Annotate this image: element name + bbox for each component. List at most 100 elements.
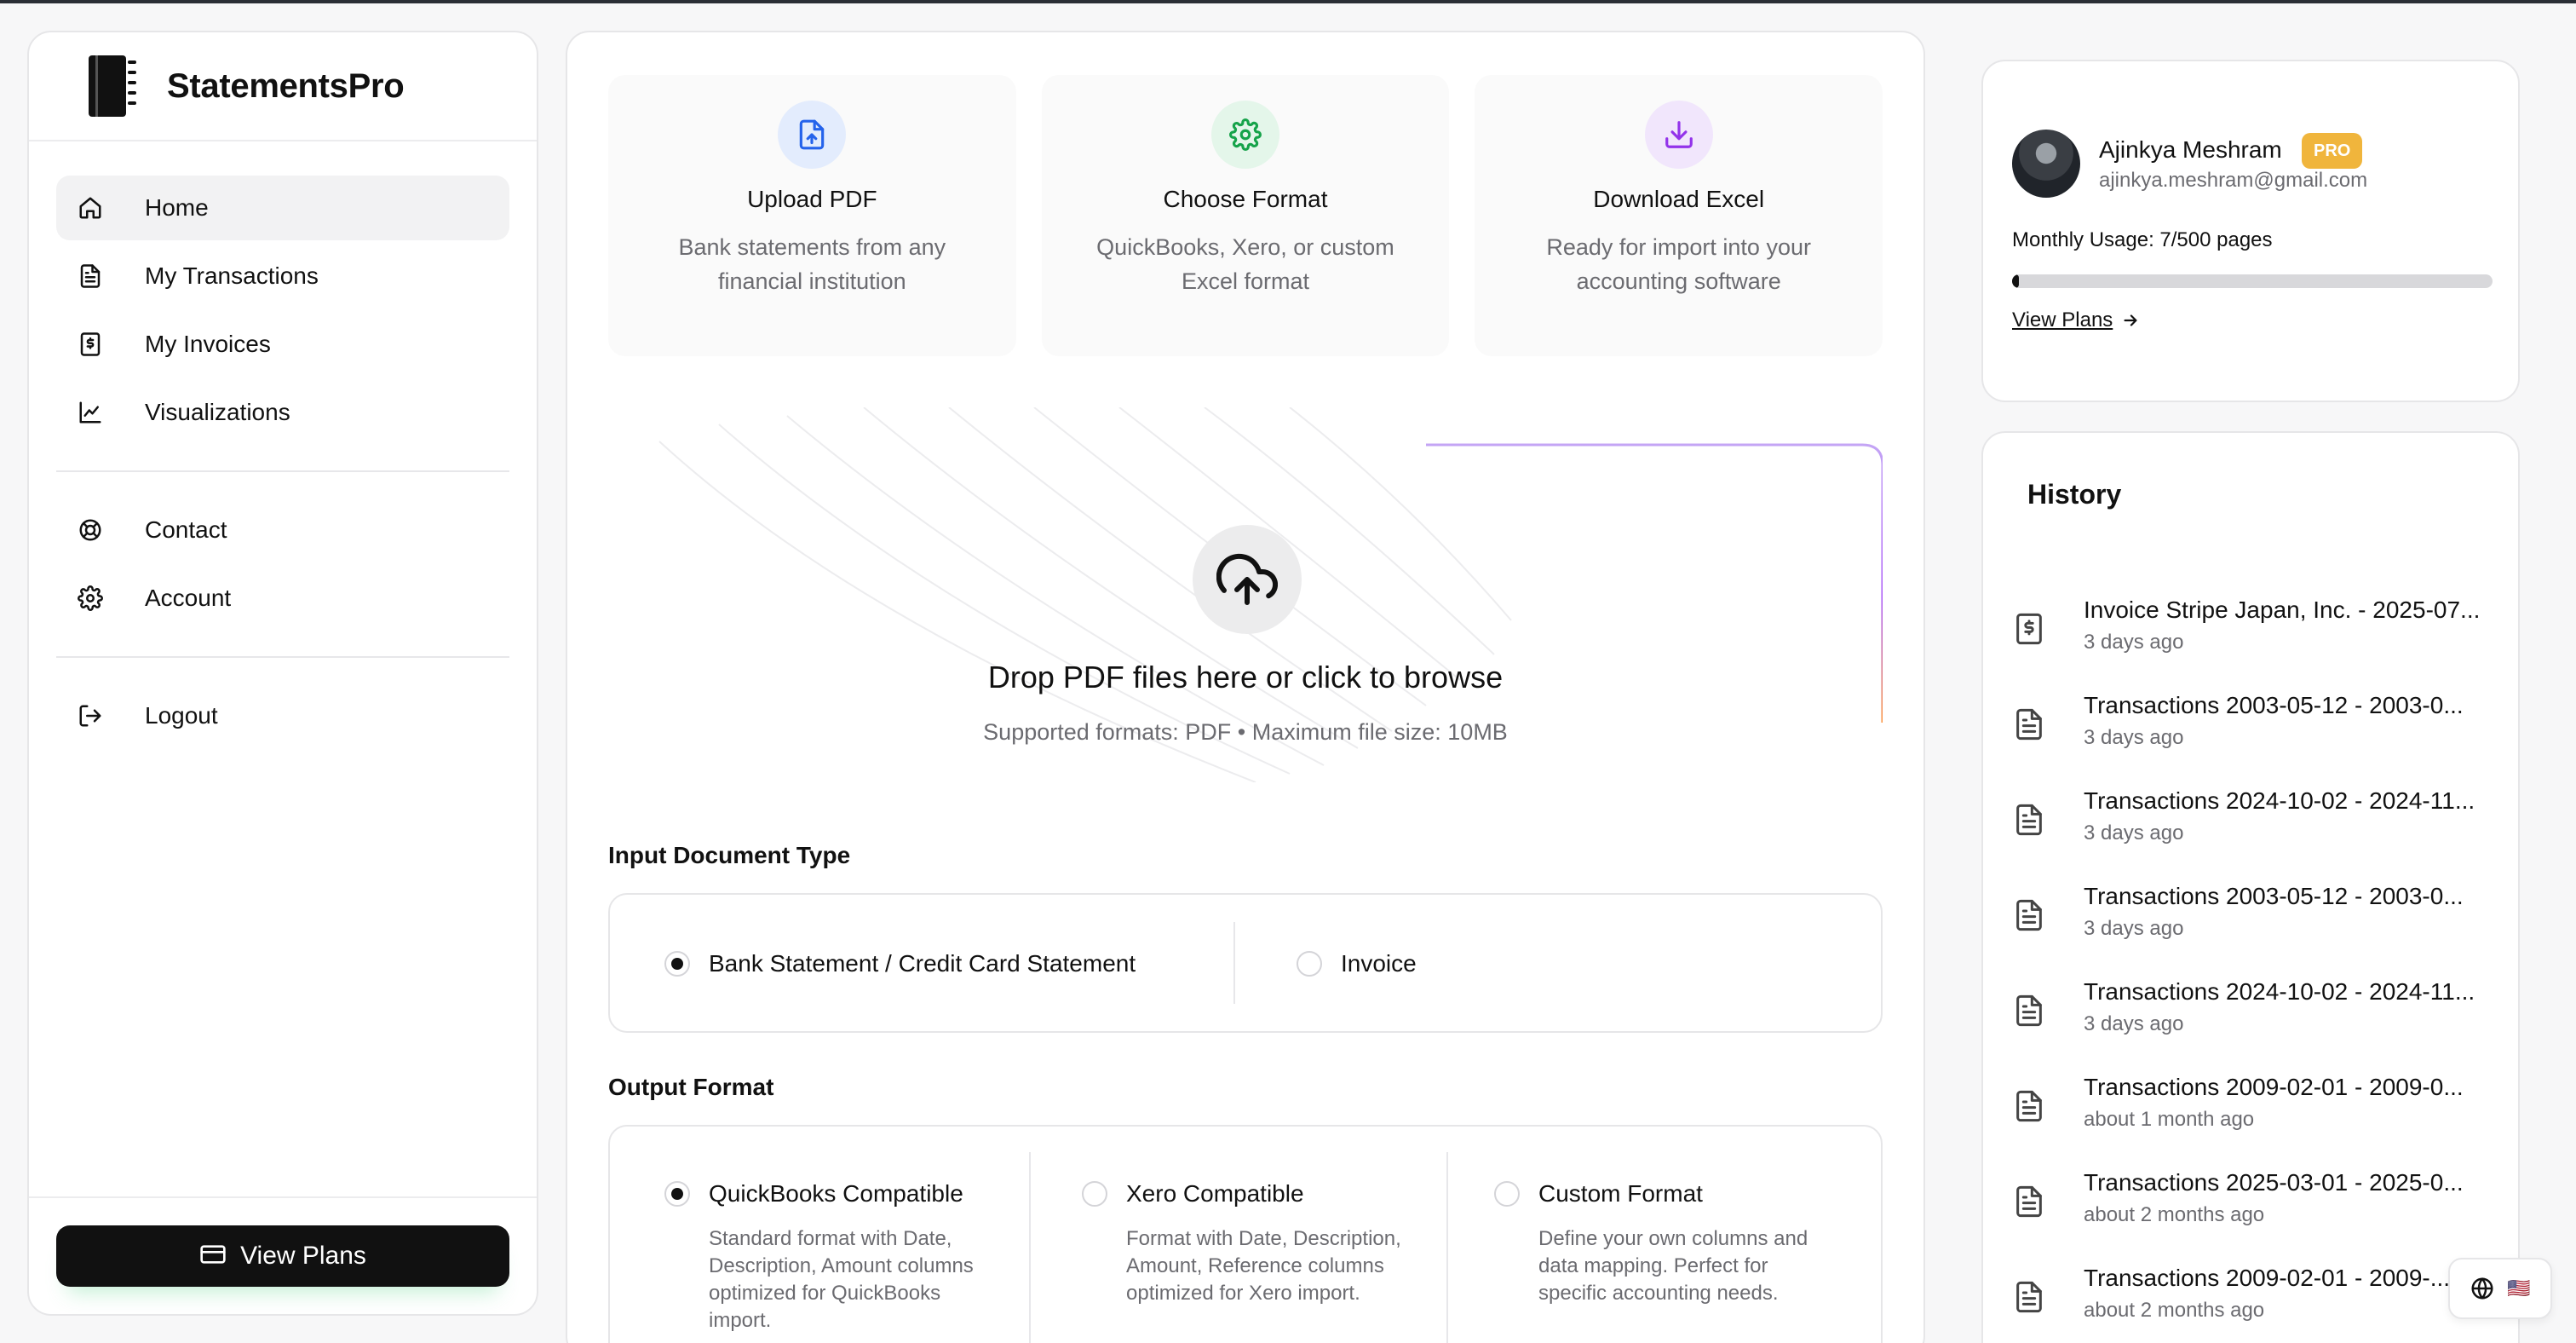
history-item-time: 3 days ago [2084, 917, 2184, 940]
history-item-time: 3 days ago [2084, 631, 2184, 654]
invoice-icon [75, 329, 106, 360]
radio-button[interactable] [1494, 1181, 1520, 1207]
file-text-icon [2012, 992, 2046, 1029]
input-type-label: Input Document Type [608, 842, 851, 868]
chart-icon [75, 397, 106, 428]
option-divider [1029, 1152, 1031, 1343]
file-text-icon [2012, 1087, 2046, 1125]
sidebar-item-visualizations[interactable]: Visualizations [56, 380, 509, 445]
option-label: Custom Format [1538, 1180, 1703, 1207]
history-item[interactable]: Transactions 2025-03-01 - 2025-0... about… [2012, 1169, 2506, 1254]
history-item-title: Transactions 2009-02-01 - 2009-... [2084, 1265, 2451, 1291]
step-description: Ready for import into your accounting so… [1546, 234, 1811, 294]
step-description: Bank statements from any financial insti… [678, 234, 946, 294]
sidebar-item-my-invoices[interactable]: My Invoices [56, 312, 509, 377]
sidebar-item-account[interactable]: Account [56, 566, 509, 631]
file-text-icon [2012, 801, 2046, 839]
history-item[interactable]: Transactions 2003-05-12 - 2003-0... 3 day… [2012, 883, 2506, 968]
nav-divider [56, 470, 509, 472]
us-flag-icon: 🇺🇸 [2507, 1277, 2531, 1299]
history-item[interactable]: Transactions 2024-10-02 - 2024-11... 3 da… [2012, 978, 2506, 1063]
radio-button[interactable] [1082, 1181, 1107, 1207]
sidebar-footer: View Plans [29, 1196, 537, 1314]
avatar[interactable] [2012, 130, 2080, 198]
sidebar-item-label: My Transactions [145, 262, 319, 289]
pdf-dropzone[interactable]: Drop PDF files here or click to browse S… [608, 407, 1883, 782]
option-description: Define your own columns and data mapping… [1538, 1227, 1808, 1305]
option-label: Bank Statement / Credit Card Statement [709, 950, 1136, 977]
language-switcher[interactable]: 🇺🇸 [2448, 1258, 2552, 1319]
step-download-excel: Download Excel Ready for import into you… [1475, 75, 1883, 356]
brand[interactable]: StatementsPro [29, 32, 537, 141]
history-item-time: 3 days ago [2084, 821, 2184, 844]
radio-button[interactable] [664, 951, 690, 977]
radio-button[interactable] [1297, 951, 1322, 977]
history-item-time: about 1 month ago [2084, 1108, 2255, 1131]
history-item-time: 3 days ago [2084, 726, 2184, 749]
file-text-icon [2012, 706, 2046, 743]
option-label: Invoice [1341, 950, 1417, 977]
history-item[interactable]: Transactions 2003-05-12 - 2003-0... 3 day… [2012, 692, 2506, 777]
history-item[interactable]: Transactions 2009-02-01 - 2009-... about … [2012, 1265, 2506, 1343]
history-item-title: Transactions 2009-02-01 - 2009-0... [2084, 1074, 2464, 1100]
history-item[interactable]: Transactions 2024-10-02 - 2024-11... 3 da… [2012, 787, 2506, 873]
view-plans-button[interactable]: View Plans [56, 1225, 509, 1287]
sidebar-item-home[interactable]: Home [56, 176, 509, 240]
output-format-label: Output Format [608, 1074, 774, 1100]
lifebuoy-icon [75, 515, 106, 545]
output-format-group: QuickBooks Compatible Standard format wi… [608, 1125, 1883, 1343]
sidebar-item-label: Visualizations [145, 399, 290, 425]
output-format-quickbooks[interactable]: QuickBooks Compatible Standard format wi… [664, 1180, 974, 1332]
notebook-logo-icon [85, 52, 140, 120]
globe-icon [2470, 1276, 2495, 1301]
main-panel: Upload PDF Bank statements from any fina… [566, 31, 1925, 1343]
profile-card: Ajinkya Meshram PRO ajinkya.meshram@gmai… [1981, 60, 2520, 402]
history-panel: History Invoice Stripe Japan, Inc. - 202… [1981, 431, 2520, 1343]
file-text-icon [2012, 1278, 2046, 1316]
usage-progress-bar [2012, 274, 2493, 288]
dropzone-subtitle: Supported formats: PDF • Maximum file si… [983, 719, 1508, 745]
option-description: Format with Date, Description, Amount, R… [1126, 1227, 1401, 1305]
option-divider [1446, 1152, 1448, 1343]
sidebar-item-contact[interactable]: Contact [56, 498, 509, 562]
view-plans-link[interactable]: View Plans [2012, 308, 2140, 332]
sidebar-item-label: Home [145, 194, 209, 221]
step-title: Download Excel [1593, 186, 1765, 212]
sidebar-item-label: My Invoices [145, 331, 271, 357]
profile-email: ajinkya.meshram@gmail.com [2099, 169, 2368, 192]
file-text-icon [75, 261, 106, 291]
sidebar-item-label: Logout [145, 702, 218, 729]
gear-icon [1211, 101, 1279, 169]
download-icon [1644, 101, 1713, 169]
radio-button[interactable] [664, 1181, 690, 1207]
credit-card-icon [199, 1241, 227, 1272]
cloud-upload-icon [1193, 525, 1302, 634]
invoice-icon [2012, 610, 2046, 648]
dropzone-title: Drop PDF files here or click to browse [987, 660, 1504, 695]
option-label: Xero Compatible [1126, 1180, 1304, 1207]
option-label: QuickBooks Compatible [709, 1180, 963, 1207]
window-top-edge [0, 0, 2576, 3]
output-format-xero[interactable]: Xero Compatible Format with Date, Descri… [1082, 1180, 1401, 1305]
input-type-bank-statement[interactable]: Bank Statement / Credit Card Statement [664, 951, 1136, 977]
step-choose-format: Choose Format QuickBooks, Xero, or custo… [1041, 75, 1450, 356]
monthly-usage-text: Monthly Usage: 7/500 pages [2012, 228, 2273, 251]
history-item[interactable]: Transactions 2009-02-01 - 2009-0... about… [2012, 1074, 2506, 1159]
input-type-invoice[interactable]: Invoice [1297, 951, 1417, 977]
input-type-group: Bank Statement / Credit Card Statement I… [608, 893, 1883, 1033]
sidebar-item-my-transactions[interactable]: My Transactions [56, 244, 509, 308]
profile-name: Ajinkya Meshram [2099, 136, 2282, 163]
upload-file-icon [778, 101, 847, 169]
sidebar-item-logout[interactable]: Logout [56, 683, 509, 748]
pro-badge: PRO [2302, 133, 2363, 169]
arrow-right-icon [2121, 311, 2140, 330]
history-item[interactable]: Invoice Stripe Japan, Inc. - 2025-07... 3… [2012, 597, 2506, 682]
view-plans-label: View Plans [240, 1242, 366, 1270]
output-format-custom[interactable]: Custom Format Define your own columns an… [1494, 1180, 1808, 1305]
history-item-title: Transactions 2024-10-02 - 2024-11... [2084, 787, 2475, 814]
history-item-title: Transactions 2025-03-01 - 2025-0... [2084, 1169, 2464, 1196]
nav-divider [56, 656, 509, 658]
file-text-icon [2012, 1183, 2046, 1220]
sidebar-item-label: Contact [145, 516, 227, 543]
usage-progress-fill [2012, 274, 2019, 288]
